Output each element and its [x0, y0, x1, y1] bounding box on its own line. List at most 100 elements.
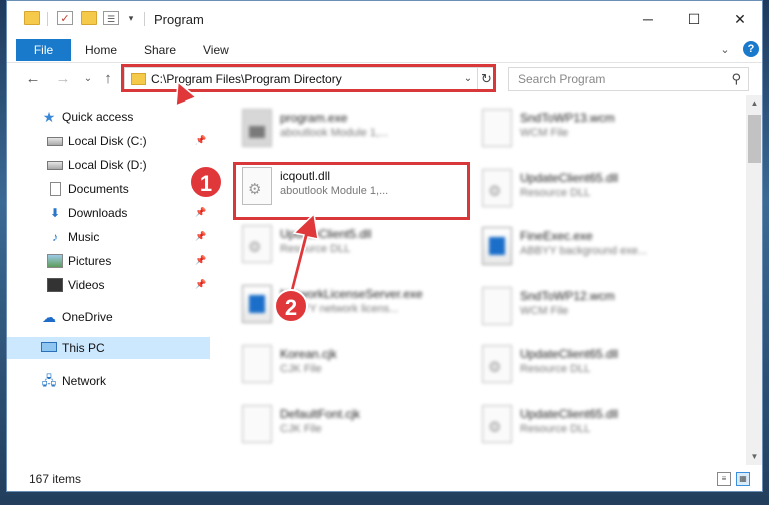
pictures-icon: [47, 254, 63, 268]
file-tile[interactable]: Korean.cjk CJK File: [220, 335, 460, 393]
music-icon: ♪: [52, 230, 58, 244]
navigation-pane: ★ Quick access Local Disk (C:) 📌 Local D…: [7, 95, 210, 465]
sidebar-item-videos[interactable]: Videos 📌: [7, 274, 210, 296]
sidebar-item-network[interactable]: 🖧 Network: [7, 370, 210, 392]
properties-checkmark-icon[interactable]: ✓: [57, 11, 73, 25]
file-tile[interactable]: UpdateClient5.dll Resource DLL: [220, 215, 460, 273]
file-icon: [482, 287, 512, 325]
help-icon[interactable]: ?: [743, 41, 759, 57]
tab-view[interactable]: View: [203, 39, 229, 61]
large-icons-view-icon[interactable]: ▦: [736, 472, 750, 486]
file-icon: [242, 405, 272, 443]
tab-home[interactable]: Home: [85, 39, 117, 61]
sidebar-item-music[interactable]: ♪ Music 📌: [7, 226, 210, 248]
file-name: FineExec.exe: [520, 229, 593, 243]
file-name: UpdateClient65.dll: [520, 407, 619, 421]
status-bar: 167 items ≡ ▦: [7, 465, 762, 491]
vertical-scrollbar[interactable]: ▲ ▼: [746, 95, 762, 465]
sidebar-item-pictures[interactable]: Pictures 📌: [7, 250, 210, 272]
sidebar-item-documents[interactable]: Documents: [7, 178, 210, 200]
sidebar-item-label: Local Disk (C:): [68, 134, 147, 148]
file-tile[interactable]: UpdateClient65.dll Resource DLL: [460, 335, 700, 393]
file-tile[interactable]: UpdateClient65.dll Resource DLL: [460, 159, 700, 217]
exe-file-icon: [482, 227, 512, 265]
pin-icon: 📌: [195, 135, 207, 145]
expand-ribbon-icon[interactable]: ⌄: [717, 42, 733, 58]
sidebar-item-label: Downloads: [68, 206, 128, 220]
file-description: WCM File: [520, 127, 569, 139]
file-description: Resource DLL: [520, 423, 591, 435]
file-tile[interactable]: program.exe aboutlook Module 1,...: [220, 99, 460, 157]
toolbar-dropdown-icon[interactable]: ▾: [123, 11, 139, 25]
scrollbar-thumb[interactable]: [748, 115, 761, 163]
computer-icon: [41, 342, 57, 352]
scroll-up-icon[interactable]: ▲: [746, 95, 762, 112]
file-icon: [482, 109, 512, 147]
file-name: program.exe: [280, 111, 348, 125]
file-name: SndToWP13.wcm: [520, 111, 615, 125]
sidebar-item-local-disk-c[interactable]: Local Disk (C:) 📌: [7, 130, 210, 152]
close-button[interactable]: ✕: [717, 1, 762, 37]
maximize-button[interactable]: ☐: [671, 1, 717, 37]
file-tile[interactable]: FineExec.exe ABBYY background exe...: [460, 217, 700, 275]
file-name: UpdateClient65.dll: [520, 347, 619, 361]
minimize-button[interactable]: ─: [625, 1, 671, 37]
search-icon[interactable]: ⚲: [731, 71, 741, 87]
exe-file-icon: [242, 109, 272, 147]
drive-icon: [47, 137, 63, 146]
file-tile[interactable]: NetworkLicenseServer.exe ABBYY network l…: [220, 275, 460, 333]
search-placeholder: Search Program: [518, 72, 606, 86]
sidebar-item-local-disk-d[interactable]: Local Disk (D:): [7, 154, 210, 176]
forward-button[interactable]: →: [54, 69, 72, 89]
new-folder-icon[interactable]: [81, 11, 97, 25]
file-list: program.exe aboutlook Module 1,... Updat…: [220, 95, 745, 465]
customize-toolbar-icon[interactable]: ☰: [103, 11, 119, 25]
item-count: 167 items: [29, 472, 82, 486]
sidebar-item-onedrive[interactable]: ☁ OneDrive: [7, 306, 210, 328]
separator: [144, 12, 145, 26]
file-description: Resource DLL: [520, 187, 591, 199]
recent-locations-button[interactable]: ⌄: [79, 69, 97, 89]
file-tile[interactable]: SndToWP12.wcm WCM File: [460, 277, 700, 335]
dll-file-icon: [242, 225, 272, 263]
file-tile[interactable]: SndToWP13.wcm WCM File: [460, 99, 700, 157]
sidebar-item-this-pc[interactable]: This PC: [7, 337, 210, 359]
file-tile[interactable]: DefaultFont.cjk CJK File: [220, 395, 460, 453]
file-description: CJK File: [280, 423, 322, 435]
pin-icon: 📌: [195, 207, 207, 217]
step-badge-1: 1: [189, 165, 223, 199]
separator: [47, 12, 48, 26]
step-badge-2: 2: [274, 289, 308, 323]
window-title: Program: [154, 12, 204, 27]
file-tile[interactable]: UpdateClient65.dll Resource DLL: [460, 395, 700, 453]
pin-icon: 📌: [195, 255, 207, 265]
cloud-icon: ☁: [42, 309, 56, 325]
dll-file-icon: [482, 405, 512, 443]
tab-file[interactable]: File: [16, 39, 71, 61]
sidebar-item-downloads[interactable]: ⬇ Downloads 📌: [7, 202, 210, 224]
document-icon: [50, 182, 61, 196]
file-description: CJK File: [280, 363, 322, 375]
search-box[interactable]: Search Program ⚲: [508, 67, 749, 91]
pin-icon: 📌: [195, 279, 207, 289]
sidebar-item-label: Videos: [68, 278, 105, 292]
file-icon: [242, 345, 272, 383]
scroll-down-icon[interactable]: ▼: [746, 448, 762, 465]
title-bar: ✓ ☰ ▾ Program ─ ☐ ✕: [7, 1, 762, 37]
file-description: ABBYY background exe...: [520, 245, 647, 257]
dll-file-icon: [482, 345, 512, 383]
details-view-icon[interactable]: ≡: [717, 472, 731, 486]
sidebar-item-quick-access[interactable]: ★ Quick access: [7, 106, 210, 128]
file-name: Korean.cjk: [280, 347, 337, 361]
back-button[interactable]: ←: [24, 69, 42, 89]
sidebar-item-label: Documents: [68, 182, 129, 196]
file-highlight: [233, 162, 470, 220]
tab-share[interactable]: Share: [144, 39, 176, 61]
sidebar-item-label: Quick access: [62, 110, 134, 124]
file-description: aboutlook Module 1,...: [280, 127, 389, 139]
videos-icon: [47, 278, 63, 292]
sidebar-item-label: OneDrive: [62, 310, 113, 324]
file-name: UpdateClient65.dll: [520, 171, 619, 185]
up-button[interactable]: ↑: [99, 69, 117, 89]
blurred-file-tiles: program.exe aboutlook Module 1,... Updat…: [220, 95, 745, 465]
